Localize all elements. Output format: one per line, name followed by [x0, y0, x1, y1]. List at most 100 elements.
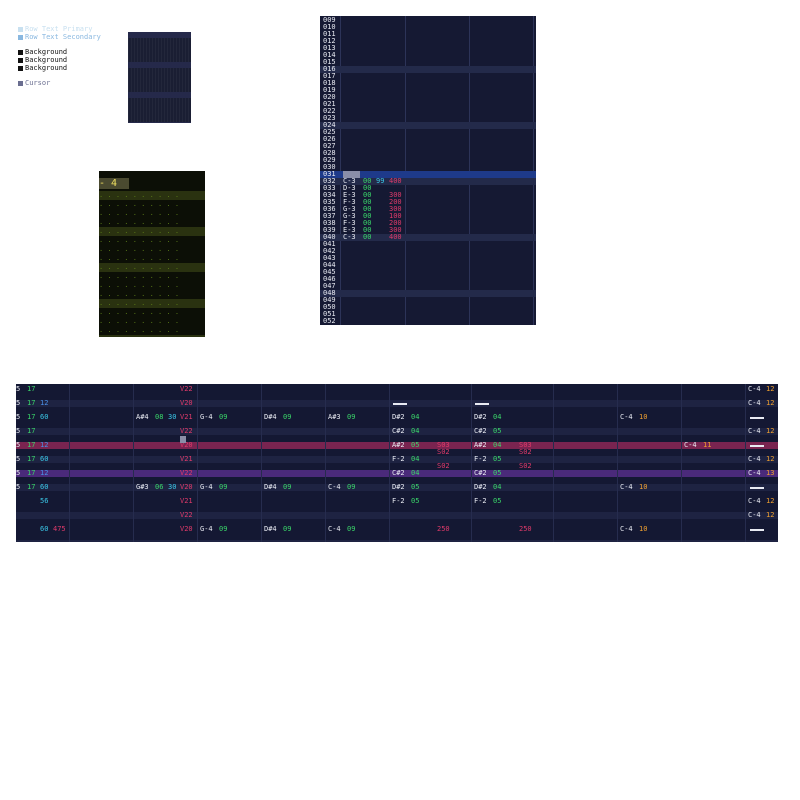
tracker-cell[interactable]: 60	[40, 414, 48, 421]
tracker-cell[interactable]: 13	[766, 470, 774, 477]
tracker-cell[interactable]: 12	[766, 428, 774, 435]
pattern-row[interactable]: 043	[320, 255, 536, 262]
channel-row[interactable]	[16, 386, 778, 393]
tracker-cell[interactable]: 30	[168, 484, 176, 491]
pattern-row[interactable]: 027	[320, 143, 536, 150]
pattern-row[interactable]: 045	[320, 269, 536, 276]
tracker-cell[interactable]: C-4	[620, 484, 633, 491]
pattern-row[interactable]: 024	[320, 122, 536, 129]
tracker-cell[interactable]: V20	[180, 526, 193, 533]
tracker-cell[interactable]: C#2	[392, 470, 405, 477]
tracker-cell[interactable]: 5	[16, 484, 20, 491]
tracker-cell[interactable]: 12	[766, 386, 774, 393]
tracker-cell[interactable]: 12	[766, 456, 774, 463]
tracker-cell[interactable]: V22	[180, 386, 193, 393]
tracker-cell[interactable]: A#3	[328, 414, 341, 421]
tracker-cell[interactable]: 05	[493, 456, 501, 463]
tracker-cell[interactable]: 04	[411, 470, 419, 477]
tracker-cell[interactable]: 04	[493, 442, 501, 449]
tracker-cell[interactable]: G-4	[200, 484, 213, 491]
tracker-cell[interactable]: D#2	[392, 414, 405, 421]
tracker-cell[interactable]: 250	[519, 526, 532, 533]
pattern-row[interactable]: 025	[320, 129, 536, 136]
tracker-cell[interactable]: 09	[283, 526, 291, 533]
pattern-row[interactable]: 011	[320, 31, 536, 38]
tracker-cell[interactable]: 12	[766, 400, 774, 407]
effect-cell[interactable]: 56	[40, 498, 48, 505]
tracker-cell[interactable]: 04	[493, 484, 501, 491]
tracker-cell[interactable]: 04	[411, 428, 419, 435]
tracker-cell[interactable]: A#2	[392, 442, 405, 449]
tracker-cell[interactable]: 250	[437, 526, 450, 533]
pattern-row[interactable]: 021	[320, 101, 536, 108]
tracker-cell[interactable]: 05	[493, 428, 501, 435]
tracker-cell[interactable]: 12	[40, 470, 48, 477]
tracker-cell[interactable]: 475	[53, 526, 66, 533]
tracker-cell[interactable]: C-4	[748, 400, 761, 407]
tracker-cell[interactable]: C-4	[748, 512, 761, 519]
tracker-cell[interactable]: D#4	[264, 414, 277, 421]
tracker-cell[interactable]: 17	[27, 470, 35, 477]
pattern-row[interactable]: 018	[320, 80, 536, 87]
tracker-cell[interactable]: 5	[16, 428, 20, 435]
channel-row[interactable]	[16, 512, 778, 519]
pattern-row[interactable]: 013	[320, 45, 536, 52]
tracker-cell[interactable]: 04	[493, 414, 501, 421]
pattern-row[interactable]: 046	[320, 276, 536, 283]
pattern-row[interactable]: 026	[320, 136, 536, 143]
tracker-cell[interactable]: 5	[16, 442, 20, 449]
tracker-cell[interactable]: 12	[40, 400, 48, 407]
pattern-row[interactable]: 017	[320, 73, 536, 80]
tracker-cell[interactable]: 17	[27, 400, 35, 407]
pattern-row[interactable]: 049	[320, 297, 536, 304]
pattern-row[interactable]: 023	[320, 115, 536, 122]
pattern-row[interactable]: 015	[320, 59, 536, 66]
tracker-cell[interactable]: D#2	[474, 414, 487, 421]
tracker-cell[interactable]: V20	[180, 442, 193, 449]
tracker-cell[interactable]: V20	[180, 484, 193, 491]
tracker-cell[interactable]: 17	[27, 484, 35, 491]
tracker-cell[interactable]: 60	[40, 484, 48, 491]
tracker-cell[interactable]: V21	[180, 498, 193, 505]
tracker-cell[interactable]: D#2	[392, 484, 405, 491]
tracker-cell[interactable]: F-2	[474, 498, 487, 505]
channel-row[interactable]	[16, 526, 778, 533]
tracker-cell[interactable]: 09	[219, 526, 227, 533]
tracker-cell[interactable]: 5	[16, 414, 20, 421]
pattern-row[interactable]: 010	[320, 24, 536, 31]
tracker-cell[interactable]: D#4	[264, 526, 277, 533]
tracker-cell[interactable]: C-4	[748, 470, 761, 477]
tracker-cell[interactable]: V22	[180, 428, 193, 435]
tracker-cell[interactable]: F-2	[392, 456, 405, 463]
tracker-cell[interactable]: C#2	[474, 428, 487, 435]
tracker-cell[interactable]: C#2	[392, 428, 405, 435]
tracker-cell[interactable]: G-4	[200, 414, 213, 421]
tracker-cell[interactable]: C-4	[328, 526, 341, 533]
tracker-cell[interactable]: 12	[766, 512, 774, 519]
tracker-cell[interactable]: G#3	[136, 484, 149, 491]
pattern-row[interactable]: 016	[320, 66, 536, 73]
tracker-cell[interactable]: C-4	[748, 386, 761, 393]
tracker-cell[interactable]: C-4	[748, 498, 761, 505]
pattern-row[interactable]: 044	[320, 262, 536, 269]
tracker-cell[interactable]: D#2	[474, 484, 487, 491]
tracker-cell[interactable]: 60	[40, 456, 48, 463]
tracker-cell[interactable]: 30	[168, 414, 176, 421]
effect-cell[interactable]: S02	[519, 463, 532, 470]
channel-row[interactable]	[16, 540, 778, 542]
tracker-cell[interactable]: D#4	[264, 484, 277, 491]
tracker-cell[interactable]: 5	[16, 456, 20, 463]
tracker-cell[interactable]: A#2	[474, 442, 487, 449]
pattern-row[interactable]: 052	[320, 318, 536, 325]
tracker-cell[interactable]: 17	[27, 442, 35, 449]
tracker-cell[interactable]: 09	[347, 526, 355, 533]
tracker-cell[interactable]: 10	[639, 484, 647, 491]
tracker-cell[interactable]: C#2	[474, 470, 487, 477]
tracker-cell[interactable]: 5	[16, 400, 20, 407]
tracker-cell[interactable]: C-4	[748, 428, 761, 435]
tracker-cell[interactable]: 05	[493, 498, 501, 505]
tracker-cell[interactable]: 09	[283, 414, 291, 421]
pattern-row[interactable]: 040 C-3 00 400	[320, 234, 536, 241]
tracker-cell[interactable]: 05	[411, 484, 419, 491]
tracker-cell[interactable]: V21	[180, 414, 193, 421]
